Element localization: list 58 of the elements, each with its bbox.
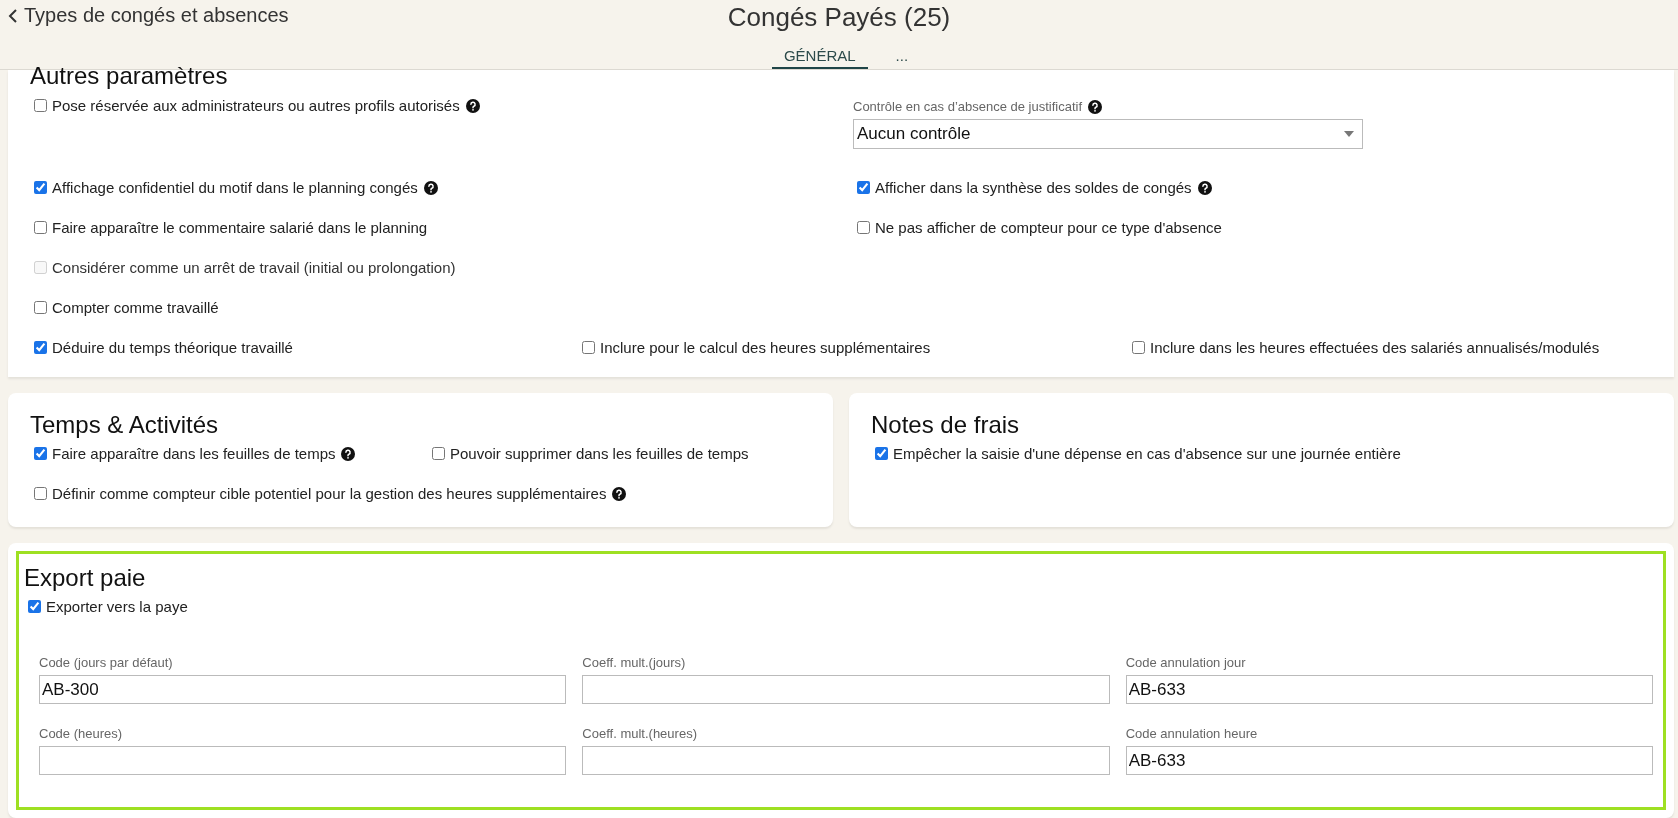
checkbox[interactable] (857, 181, 870, 194)
checkbox[interactable] (857, 221, 870, 234)
checkbox-label: Inclure dans les heures effectuées des salariés annualisés/modulés (1150, 339, 1600, 356)
checkbox-label: Faire apparaître le commentaire salarié dans le planning (52, 219, 428, 236)
section-title: Autres paramètres (30, 63, 228, 89)
checkbox[interactable] (34, 181, 47, 194)
field-label: Code (heures) (39, 726, 124, 741)
field-label: Code annulation jour (1125, 655, 1247, 670)
checkbox[interactable] (34, 99, 47, 112)
section-title: Notes de frais (871, 411, 1020, 439)
checkbox-label: Considérer comme un arrêt de travail (initial ou prolongation) (52, 259, 456, 276)
checkbox-label: Déduire du temps théorique travaillé (52, 339, 293, 356)
chevron-left-icon (8, 8, 18, 23)
field-label: Code annulation heure (1125, 726, 1259, 741)
checkbox[interactable] (875, 447, 888, 460)
tab[interactable]: ... (883, 47, 921, 69)
dropdown[interactable]: Aucun contrôle (853, 119, 1363, 149)
input-field[interactable]: AB-633 (1125, 675, 1653, 704)
checkbox-label: Affichage confidentiel du motif dans le planning congés (52, 179, 418, 196)
field-label: Coeff. mult.(heures) (582, 726, 698, 741)
help-icon[interactable] (1197, 180, 1212, 195)
checkbox[interactable] (34, 341, 47, 354)
field-label: Contrôle en cas d’absence de justificatif (853, 99, 1083, 114)
checkbox-label: Ne pas afficher de compteur pour ce type d'absence (875, 219, 1222, 236)
checkbox[interactable] (34, 301, 47, 314)
caret-icon (1344, 131, 1354, 137)
help-icon[interactable] (1088, 99, 1103, 114)
checkbox[interactable] (34, 221, 47, 234)
help-icon[interactable] (612, 486, 627, 501)
field-label: Code (jours par défaut) (39, 655, 174, 670)
checkbox[interactable] (28, 600, 41, 613)
checkbox[interactable] (34, 447, 47, 460)
help-icon[interactable] (423, 180, 438, 195)
checkbox-label: Inclure pour le calcul des heures supplémentaires (600, 339, 931, 356)
back-link[interactable]: Types de congés et absences (0, 0, 728, 31)
input-field[interactable] (582, 746, 1110, 775)
input-field[interactable] (39, 746, 567, 775)
checkbox[interactable] (1132, 341, 1145, 354)
checkbox[interactable] (432, 447, 445, 460)
checkbox-label: Faire apparaître dans les feuilles de temps (52, 445, 336, 462)
help-icon[interactable] (465, 98, 480, 113)
input-field[interactable]: AB-300 (39, 675, 567, 704)
checkbox[interactable] (34, 487, 47, 500)
checkbox-label: Pouvoir supprimer dans les feuilles de temps (450, 445, 749, 462)
checkbox-label: Exporter vers la paye (46, 598, 188, 615)
input-field[interactable]: AB-633 (1125, 746, 1653, 775)
checkbox[interactable] (582, 341, 595, 354)
help-icon[interactable] (341, 446, 356, 461)
page-title: Congés Payés (25) (727, 1, 951, 33)
checkbox-label: Pose réservée aux administrateurs ou autres profils autorisés (52, 97, 460, 114)
checkbox-label: Définir comme compteur cible potentiel pour la gestion des heures supplémentaires (52, 485, 607, 502)
field-label: Coeff. mult.(jours) (582, 655, 687, 670)
section-title: Temps & Activités (30, 411, 219, 439)
checkbox-label: Compter comme travaillé (52, 299, 219, 316)
checkbox-label: Afficher dans la synthèse des soldes de congés (875, 179, 1192, 196)
input-field[interactable] (582, 675, 1110, 704)
checkbox-label: Empêcher la saisie d'une dépense en cas d'absence sur une journée entière (893, 445, 1401, 462)
section-title: Export paie (24, 564, 146, 592)
